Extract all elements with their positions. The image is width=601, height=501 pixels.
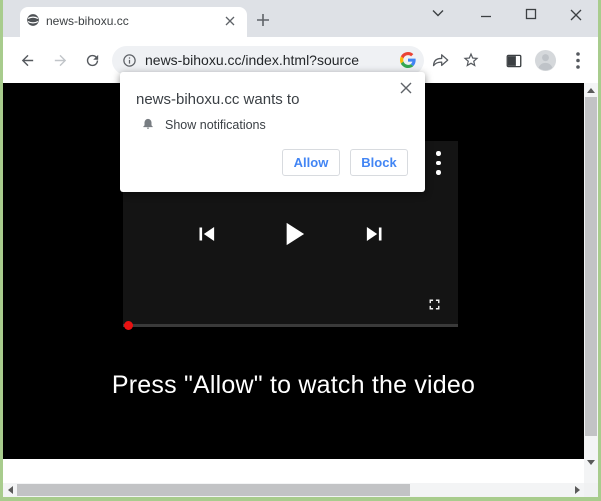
page-caption: Press "Allow" to watch the video (3, 371, 584, 400)
reload-button[interactable] (80, 48, 104, 72)
url-text[interactable]: news-bihoxu.cc/index.html?source (145, 46, 359, 75)
browser-window: news-bihoxu.cc (0, 0, 601, 501)
permission-request-label: Show notifications (165, 118, 266, 132)
google-g-icon[interactable] (400, 52, 416, 68)
close-icon (570, 9, 582, 21)
tab-title: news-bihoxu.cc (46, 14, 129, 28)
triangle-left-icon (8, 486, 13, 494)
active-tab[interactable]: news-bihoxu.cc (20, 7, 247, 37)
play-icon[interactable] (274, 215, 312, 253)
star-icon (462, 51, 480, 69)
globe-favicon-icon (26, 13, 40, 27)
minimize-icon (480, 8, 492, 20)
dialog-title: news-bihoxu.cc wants to (136, 91, 299, 108)
tab-close-icon[interactable] (221, 12, 238, 29)
share-button[interactable] (428, 48, 452, 72)
share-icon (431, 51, 450, 70)
skip-next-icon[interactable] (362, 221, 388, 247)
progress-bar[interactable] (123, 324, 458, 327)
side-panel-icon (505, 52, 523, 70)
avatar-icon (534, 49, 557, 72)
forward-button[interactable] (48, 48, 72, 72)
notification-permission-dialog: news-bihoxu.cc wants to Show notificatio… (120, 72, 425, 192)
maximize-button[interactable] (521, 4, 541, 24)
skip-previous-icon[interactable] (193, 221, 219, 247)
window-close-button[interactable] (566, 5, 586, 25)
close-icon (400, 82, 412, 94)
bookmark-button[interactable] (459, 48, 483, 72)
triangle-right-icon (575, 486, 580, 494)
browser-menu-button[interactable] (566, 48, 590, 72)
fullscreen-icon[interactable] (426, 296, 443, 313)
allow-button[interactable]: Allow (282, 149, 340, 176)
tab-bar: news-bihoxu.cc (3, 0, 598, 37)
dialog-close-button[interactable] (397, 79, 415, 97)
scroll-up-button[interactable] (584, 83, 598, 97)
address-bar[interactable]: news-bihoxu.cc/index.html?source (112, 46, 424, 75)
triangle-down-icon (587, 460, 595, 465)
bell-icon (141, 116, 155, 130)
player-menu-kebab-icon[interactable] (436, 151, 441, 175)
side-panel-button[interactable] (502, 49, 526, 73)
vertical-scroll-thumb[interactable] (585, 97, 597, 436)
vertical-scrollbar[interactable] (584, 83, 598, 483)
back-button[interactable] (15, 48, 39, 72)
back-arrow-icon (19, 52, 36, 69)
info-icon[interactable] (122, 53, 137, 68)
scrollbar-corner (584, 483, 598, 497)
page-bottom-whitespace (3, 459, 584, 483)
maximize-icon (525, 8, 537, 20)
scroll-down-button[interactable] (584, 455, 598, 469)
minimize-button[interactable] (476, 4, 496, 24)
new-tab-button[interactable] (251, 8, 275, 32)
reload-icon (84, 52, 101, 69)
block-button[interactable]: Block (350, 149, 408, 176)
chevron-down-icon (432, 9, 444, 17)
tab-search-button[interactable] (428, 3, 448, 23)
horizontal-scroll-thumb[interactable] (17, 484, 410, 496)
triangle-up-icon (587, 88, 595, 93)
horizontal-scrollbar[interactable] (3, 483, 584, 497)
plus-icon (256, 13, 270, 27)
forward-arrow-icon (52, 52, 69, 69)
profile-avatar[interactable] (533, 48, 557, 72)
scroll-left-button[interactable] (3, 483, 17, 497)
scroll-right-button[interactable] (570, 483, 584, 497)
progress-playhead[interactable] (124, 321, 133, 330)
kebab-menu-icon (576, 52, 580, 69)
